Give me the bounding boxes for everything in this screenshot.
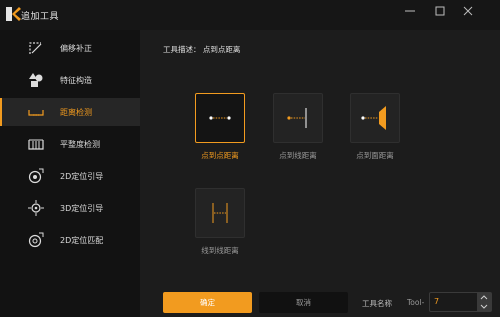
sidebar-item-label: 2D定位引导 — [60, 172, 104, 181]
sidebar-item-label: 平整度检测 — [60, 140, 100, 149]
sidebar: 偏移补正 特征构造 距离检测 平整度检测 2D定位引导 3D定位引导 2D定位匹… — [0, 30, 140, 317]
tool-tile[interactable] — [195, 188, 245, 238]
tool-tile[interactable] — [195, 93, 245, 143]
sidebar-item-label: 3D定位引导 — [60, 204, 104, 213]
tool-label: 点到点距离 — [201, 151, 239, 160]
tool-label: 点到面距离 — [356, 151, 394, 160]
tool-point-to-plane[interactable]: 点到面距离 — [340, 93, 410, 163]
tool-description: 工具描述： 点到点距离 — [163, 45, 241, 54]
sidebar-item-label: 2D定位匹配 — [60, 236, 104, 245]
ok-button[interactable]: 确定 — [163, 292, 252, 313]
chevron-down-icon[interactable] — [477, 302, 491, 311]
tool-name-label: 工具名称 — [362, 299, 392, 308]
tool-label: 点到线距离 — [279, 151, 317, 160]
close-icon[interactable] — [460, 4, 476, 18]
sidebar-item-3d-guide[interactable]: 3D定位引导 — [0, 194, 140, 222]
maximize-icon[interactable] — [432, 4, 448, 18]
line-to-line-icon — [212, 203, 228, 223]
chevron-up-icon[interactable] — [477, 293, 491, 302]
tool-name-spinbox[interactable]: 7 — [429, 292, 492, 312]
2d-match-icon — [28, 232, 44, 248]
sidebar-item-label: 距离检测 — [60, 108, 92, 117]
3d-guide-icon — [28, 200, 44, 216]
tool-tile[interactable] — [273, 93, 323, 143]
sidebar-item-feature-construct[interactable]: 特征构造 — [0, 66, 140, 94]
sidebar-item-label: 特征构造 — [60, 76, 92, 85]
offset-correction-icon — [29, 42, 42, 54]
sidebar-item-2d-guide[interactable]: 2D定位引导 — [0, 162, 140, 190]
tool-name-prefix: Tool- — [407, 298, 425, 307]
tool-point-to-line[interactable]: 点到线距离 — [263, 93, 333, 163]
tool-label: 线到线距离 — [201, 246, 239, 255]
distance-detect-icon — [28, 110, 44, 116]
2d-guide-icon — [28, 168, 44, 184]
tool-point-to-point[interactable]: 点到点距离 — [185, 93, 255, 163]
cancel-button[interactable]: 取消 — [259, 292, 348, 313]
spinbox-buttons — [477, 293, 491, 311]
title-bar: 追加工具 — [0, 0, 500, 30]
sidebar-item-distance-detect[interactable]: 距离检测 — [0, 98, 140, 126]
minimize-icon[interactable] — [402, 4, 418, 18]
flatness-detect-icon — [28, 139, 44, 150]
tool-line-to-line[interactable]: 线到线距离 — [185, 188, 255, 258]
point-to-point-icon — [209, 116, 231, 120]
sidebar-item-offset-correction[interactable]: 偏移补正 — [0, 34, 140, 62]
sidebar-item-label: 偏移补正 — [60, 44, 92, 53]
sidebar-item-2d-match[interactable]: 2D定位匹配 — [0, 226, 140, 254]
window-title: 追加工具 — [21, 12, 60, 22]
sidebar-item-flatness-detect[interactable]: 平整度检测 — [0, 130, 140, 158]
feature-construct-icon — [29, 73, 43, 87]
tool-tile[interactable] — [350, 93, 400, 143]
point-to-line-icon — [287, 108, 307, 128]
point-to-plane-icon — [361, 106, 386, 130]
tool-name-value[interactable]: 7 — [434, 297, 439, 306]
app-logo-icon — [6, 7, 21, 21]
